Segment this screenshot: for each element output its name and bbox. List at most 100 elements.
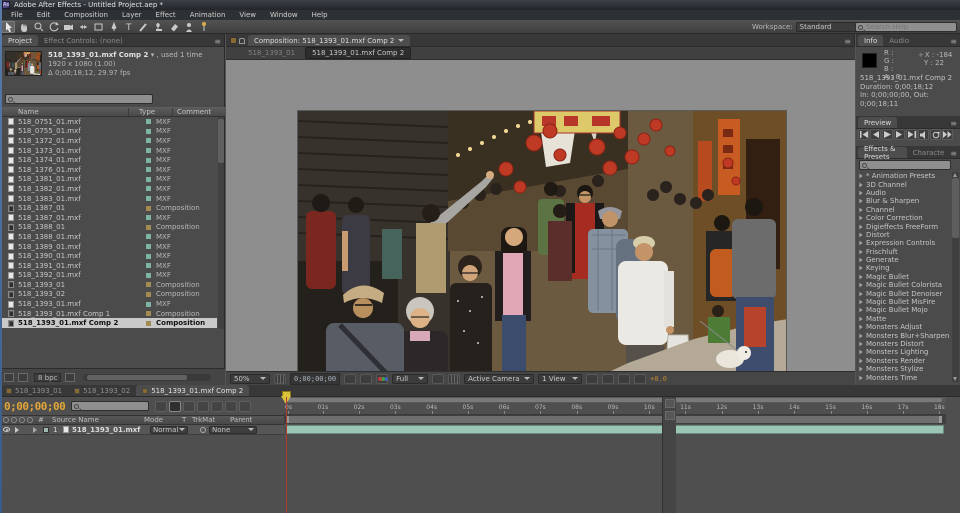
project-horizontal-scrollbar[interactable]: [83, 374, 211, 381]
layer-expand-icon[interactable]: [33, 427, 37, 433]
roto-brush-tool-icon[interactable]: [181, 21, 195, 33]
expand-arrow-icon[interactable]: [859, 207, 862, 212]
project-vertical-scrollbar[interactable]: [218, 117, 224, 329]
interpret-footage-icon[interactable]: [4, 373, 14, 382]
expand-arrow-icon[interactable]: [859, 367, 862, 372]
brainstorm-icon[interactable]: [211, 401, 223, 412]
project-item-row[interactable]: 518_1392_01.mxf MXF: [0, 271, 217, 281]
menu-item[interactable]: File: [4, 11, 30, 19]
project-item-row[interactable]: 518_1388_01 Composition: [0, 223, 217, 233]
effects-category-row[interactable]: Frischluft: [856, 248, 951, 256]
viewer-tab-2[interactable]: 518_1393_01.mxf Comp 2: [305, 47, 411, 59]
expand-arrow-icon[interactable]: [859, 283, 862, 288]
layer-source-name[interactable]: 518_1393_01.mxf: [72, 426, 150, 434]
project-item-row[interactable]: 518_1391_01.mxf MXF: [0, 261, 217, 271]
column-t[interactable]: T: [182, 416, 192, 424]
resolution-dropdown[interactable]: Full: [392, 374, 428, 384]
column-type[interactable]: Type: [128, 108, 172, 116]
scroll-up-icon[interactable]: [953, 173, 957, 177]
pan-behind-tool-icon[interactable]: [76, 21, 90, 33]
expand-arrow-icon[interactable]: [859, 182, 862, 187]
effects-category-row[interactable]: Matte: [856, 315, 951, 323]
zoom-tool-icon[interactable]: [31, 21, 45, 33]
scroll-down-icon[interactable]: [953, 377, 957, 381]
effects-search-box[interactable]: [859, 160, 951, 170]
play-icon[interactable]: [882, 129, 893, 140]
timeline-tab[interactable]: 518_1393_01.mxf Comp 2: [136, 385, 249, 396]
audio-mute-icon[interactable]: [918, 129, 929, 140]
effects-category-row[interactable]: * Animation Presets: [856, 172, 951, 180]
effects-category-row[interactable]: Blur & Sharpen: [856, 197, 951, 205]
region-of-interest-icon[interactable]: [432, 374, 444, 384]
project-item-row[interactable]: 518_1393_01.mxf Comp 1 Composition: [0, 309, 217, 319]
show-channel-icon[interactable]: [376, 374, 388, 384]
project-item-row[interactable]: 518_1389_01.mxf MXF: [0, 242, 217, 252]
effects-category-row[interactable]: Keying: [856, 264, 951, 272]
expand-arrow-icon[interactable]: [859, 291, 862, 296]
panel-menu-icon[interactable]: ≡: [214, 37, 224, 46]
column-mode[interactable]: Mode: [144, 416, 182, 424]
layer-row[interactable]: 1 518_1393_01.mxf Normal None: [0, 425, 284, 435]
effects-category-row[interactable]: Magic Bullet Colorista: [856, 281, 951, 289]
motion-blur-icon[interactable]: [197, 401, 209, 412]
expand-arrow-icon[interactable]: [859, 358, 862, 363]
expand-arrow-icon[interactable]: [859, 350, 862, 355]
graph-editor-icon[interactable]: [239, 401, 251, 412]
project-item-row[interactable]: 518_1373_01.mxf MXF: [0, 146, 217, 156]
expand-arrow-icon[interactable]: [859, 224, 862, 229]
project-item-row[interactable]: 518_1388_01.mxf MXF: [0, 232, 217, 242]
effects-category-row[interactable]: Color Correction: [856, 214, 951, 222]
type-tool-icon[interactable]: T: [121, 21, 135, 33]
project-search-input[interactable]: [16, 95, 152, 103]
show-snapshot-icon[interactable]: [360, 374, 372, 384]
exposure-control[interactable]: +0.0: [650, 375, 667, 383]
delete-item-icon[interactable]: [65, 373, 75, 382]
menu-item[interactable]: Animation: [183, 11, 233, 19]
column-comment[interactable]: Comment: [172, 108, 211, 116]
expand-arrow-icon[interactable]: [859, 174, 862, 179]
column-parent[interactable]: Parent: [230, 416, 252, 424]
tab-info[interactable]: Info: [858, 35, 883, 46]
effects-category-row[interactable]: Monsters Distort: [856, 340, 951, 348]
selection-tool-icon[interactable]: [1, 21, 15, 33]
expand-arrow-icon[interactable]: [859, 333, 862, 338]
eraser-tool-icon[interactable]: [166, 21, 180, 33]
playhead-line[interactable]: [286, 397, 287, 513]
project-search-box[interactable]: [5, 94, 153, 104]
composition-viewer[interactable]: [226, 60, 855, 371]
layer-mode-dropdown[interactable]: Normal: [150, 426, 188, 434]
ram-preview-icon[interactable]: [942, 129, 953, 140]
tab-audio[interactable]: Audio: [883, 35, 915, 46]
menu-item[interactable]: View: [232, 11, 263, 19]
project-item-row[interactable]: 518_1393_01.mxf Comp 2 Composition: [0, 318, 217, 328]
panel-menu-icon[interactable]: ≡: [950, 37, 960, 46]
column-trkmat[interactable]: TrkMat: [192, 416, 230, 424]
panel-menu-icon[interactable]: ≡: [950, 119, 960, 128]
clone-stamp-tool-icon[interactable]: [151, 21, 165, 33]
auto-keyframe-icon[interactable]: [225, 401, 237, 412]
safe-areas-icon[interactable]: [274, 374, 286, 384]
column-source-name[interactable]: Source Name: [52, 416, 144, 424]
timeline-button-icon[interactable]: [618, 374, 630, 384]
first-frame-icon[interactable]: [858, 129, 869, 140]
menu-item[interactable]: Edit: [30, 11, 58, 19]
project-item-row[interactable]: 518_1382_01.mxf MXF: [0, 184, 217, 194]
expand-arrow-icon[interactable]: [859, 199, 862, 204]
effects-category-row[interactable]: Channel: [856, 206, 951, 214]
effects-category-row[interactable]: Audio: [856, 189, 951, 197]
layer-parent-dropdown[interactable]: None: [209, 426, 257, 434]
parent-pickwhip-icon[interactable]: [200, 427, 206, 433]
brush-tool-icon[interactable]: [136, 21, 150, 33]
help-search-input[interactable]: [866, 23, 956, 31]
expand-arrow-icon[interactable]: [859, 216, 862, 221]
panel-menu-icon[interactable]: ≡: [950, 149, 960, 158]
expand-arrow-icon[interactable]: [859, 325, 862, 330]
layer-visibility-icon[interactable]: [3, 427, 10, 432]
project-item-row[interactable]: 518_1383_01.mxf MXF: [0, 194, 217, 204]
shy-layers-icon[interactable]: [169, 401, 181, 412]
expand-arrow-icon[interactable]: [859, 258, 862, 263]
effects-category-row[interactable]: Distort: [856, 231, 951, 239]
effects-vertical-scrollbar[interactable]: [952, 172, 959, 382]
frame-blending-icon[interactable]: [183, 401, 195, 412]
effects-search-input[interactable]: [870, 161, 950, 169]
